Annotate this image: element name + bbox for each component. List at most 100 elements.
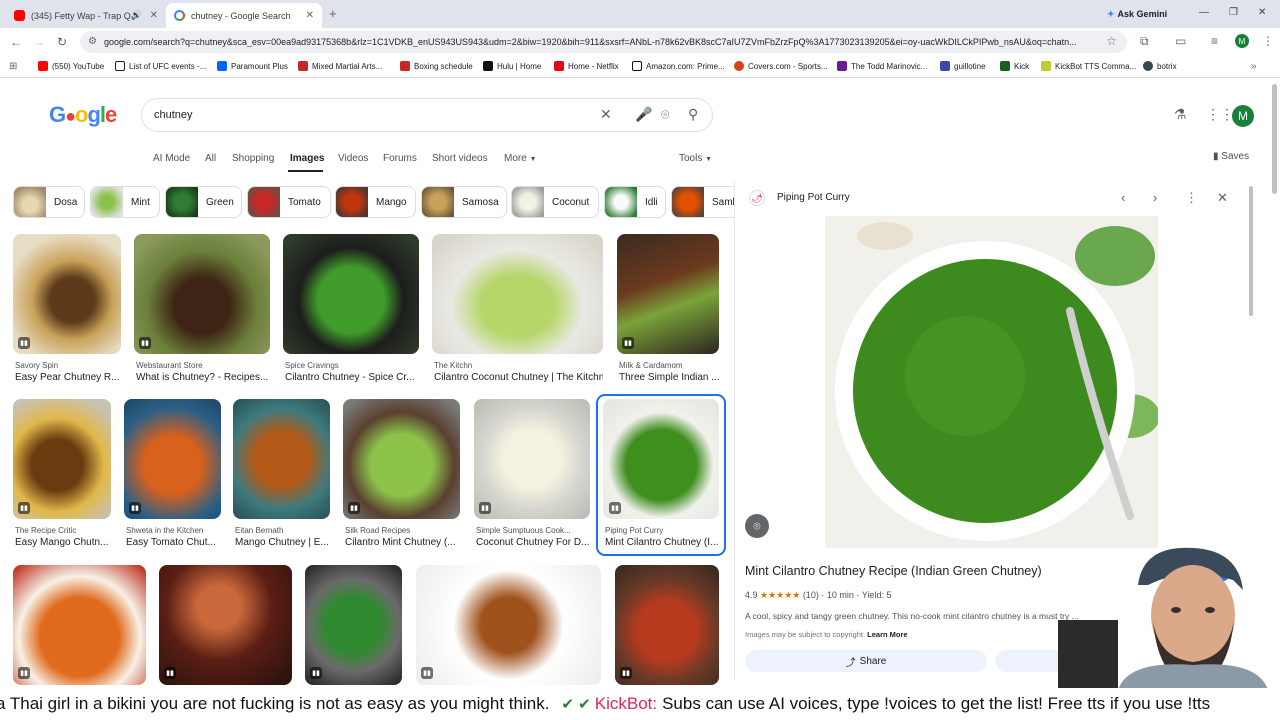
microphone-icon[interactable]: 🎤 (635, 106, 652, 123)
apps-grid-icon[interactable]: ⊞ (9, 61, 17, 72)
bookmark-boxing[interactable]: Boxing schedule (400, 61, 473, 71)
search-input[interactable]: chutney (154, 109, 193, 121)
close-panel-icon[interactable]: ✕ (1217, 190, 1228, 206)
extensions-icon[interactable]: ⧉ (1140, 34, 1149, 49)
chip-coconut[interactable]: Coconut (511, 186, 599, 218)
account-avatar[interactable]: M (1232, 105, 1254, 127)
chip-mint[interactable]: Mint (90, 186, 160, 218)
tab-more[interactable]: More ▼ (504, 153, 537, 164)
result-thumbnail (134, 234, 270, 354)
bookmark-youtube[interactable]: (550) YouTube (38, 61, 104, 71)
image-result[interactable]: ▮▮ (416, 565, 601, 685)
lens-icon[interactable]: ⌾ (661, 106, 669, 123)
bookmark-hulu[interactable]: Hulu | Home (483, 61, 541, 71)
next-arrow-icon[interactable]: › (1153, 190, 1157, 205)
bookmark-paramount[interactable]: Paramount Plus (217, 61, 288, 71)
preview-image[interactable] (825, 216, 1158, 548)
image-result[interactable]: ▮▮ (615, 565, 719, 685)
bookmark-kickbot[interactable]: KickBot TTS Comma... (1041, 61, 1136, 71)
chip-thumbnail (336, 187, 368, 217)
ask-gemini-button[interactable]: ✦ Ask Gemini (1107, 6, 1167, 22)
previous-arrow-icon[interactable]: ‹ (1121, 190, 1125, 205)
apps-grid-icon[interactable]: ⋮⋮ (1206, 106, 1234, 123)
chip-thumbnail (248, 187, 280, 217)
image-result[interactable]: Eitan Bernath Mango Chutney | E... (233, 399, 330, 551)
bookmark-todd[interactable]: The Todd Marinovic... (837, 61, 927, 71)
menu-kebab-icon[interactable]: ⋮ (1262, 34, 1274, 48)
image-result-selected[interactable]: ▮▮ Piping Pot Curry Mint Cilantro Chutne… (596, 394, 726, 556)
bookmark-star-icon[interactable]: ☆ (1106, 34, 1117, 48)
tab-images[interactable]: Images (290, 153, 324, 164)
close-tab-icon[interactable]: ✕ (306, 10, 314, 21)
bookmark-botrix[interactable]: botrix (1143, 61, 1177, 71)
image-result[interactable]: Spice Cravings Cilantro Chutney - Spice … (283, 234, 419, 386)
reload-icon[interactable]: ↻ (57, 35, 67, 49)
bookmark-amazon[interactable]: Amazon.com: Prime... (632, 61, 725, 71)
tab-google[interactable]: chutney - Google Search ✕ (166, 3, 322, 28)
tab-all[interactable]: All (205, 153, 216, 164)
chip-green[interactable]: Green (165, 186, 242, 218)
saves-button[interactable]: ▮ Saves (1213, 151, 1249, 162)
clear-icon[interactable]: ✕ (600, 106, 612, 123)
tab-forums[interactable]: Forums (383, 153, 417, 164)
more-bookmarks-icon[interactable]: » (1251, 61, 1257, 72)
search-icon[interactable]: ⚲ (688, 106, 698, 123)
image-result[interactable]: ▮▮ (13, 565, 146, 685)
minimize-icon[interactable]: — (1199, 7, 1209, 18)
panel-source[interactable]: Piping Pot Curry (777, 192, 850, 203)
address-bar[interactable]: ⚙ google.com/search?q=chutney&sca_esv=00… (80, 31, 1127, 53)
restore-icon[interactable]: ❐ (1229, 7, 1238, 18)
tab-youtube[interactable]: (345) Fetty Wap - Trap Queen 🔊 ✕ (6, 3, 166, 28)
learn-more-link[interactable]: Learn More (867, 630, 907, 639)
page-scrollbar[interactable] (1272, 84, 1277, 194)
tab-short-videos[interactable]: Short videos (432, 153, 488, 164)
chip-tomato[interactable]: Tomato (247, 186, 331, 218)
image-result[interactable]: ▮▮ The Recipe Critic Easy Mango Chutn... (13, 399, 111, 551)
chip-mango[interactable]: Mango (335, 186, 416, 218)
forward-icon[interactable]: → (33, 35, 45, 49)
bookmark-mma[interactable]: Mixed Martial Arts... (298, 61, 382, 71)
image-result[interactable]: The Kitchn Cilantro Coconut Chutney | Th… (432, 234, 603, 386)
profile-avatar[interactable]: M (1235, 34, 1249, 48)
search-box[interactable]: chutney ✕ 🎤 ⌾ ⚲ (141, 98, 713, 132)
bookmark-guillotine[interactable]: guillotine (940, 61, 986, 71)
close-tab-icon[interactable]: ✕ (150, 10, 158, 21)
image-result[interactable]: ▮▮ Silk Road Recipes Cilantro Mint Chutn… (343, 399, 460, 551)
tools-menu[interactable]: Tools ▼ (679, 153, 712, 164)
close-window-icon[interactable]: ✕ (1258, 7, 1266, 18)
bookmark-ufc[interactable]: List of UFC events -... (115, 61, 206, 71)
tab-videos[interactable]: Videos (338, 153, 368, 164)
chip-samosa[interactable]: Samosa (421, 186, 507, 218)
bookmark-kick[interactable]: Kick (1000, 61, 1029, 71)
share-button[interactable]: ⤴ Share (745, 650, 987, 672)
image-result[interactable]: ▮▮ (305, 565, 402, 685)
image-result[interactable]: ▮▮ Milk & Cardamom Three Simple Indian .… (617, 234, 719, 386)
more-options-icon[interactable]: ⋮ (1185, 190, 1198, 206)
video-badge-icon: ▮▮ (620, 667, 632, 679)
panel-scrollbar[interactable] (1249, 186, 1253, 316)
lens-search-icon[interactable]: ⌾ (745, 514, 769, 538)
google-logo[interactable]: G●ogle (49, 102, 117, 128)
bookmark-netflix[interactable]: Home - Netflix (554, 61, 619, 71)
chip-dosa[interactable]: Dosa (13, 186, 85, 218)
back-icon[interactable]: ← (10, 35, 22, 49)
result-title: Coconut Chutney For D... (476, 537, 590, 548)
chip-idli[interactable]: Idli (604, 186, 666, 218)
video-badge-icon: ▮▮ (622, 337, 634, 349)
tab-shopping[interactable]: Shopping (232, 153, 274, 164)
site-info-icon[interactable]: ⚙ (88, 36, 97, 47)
bookmark-covers[interactable]: Covers.com - Sports... (734, 61, 828, 71)
image-result[interactable]: ▮▮ Simple Sumptuous Cook... Coconut Chut… (474, 399, 590, 551)
image-result[interactable]: ▮▮ (159, 565, 292, 685)
labs-flask-icon[interactable]: ⚗ (1174, 106, 1187, 123)
image-result[interactable]: ▮▮ Savory Spin Easy Pear Chutney R... (13, 234, 121, 386)
new-tab-button[interactable]: + (329, 6, 337, 21)
image-result[interactable]: ▮▮ Shweta in the Kitchen Easy Tomato Chu… (124, 399, 221, 551)
image-result[interactable]: ▮▮ Webstaurant Store What is Chutney? - … (134, 234, 270, 386)
panel-description: A cool, spicy and tangy green chutney. T… (745, 611, 1079, 621)
cast-icon[interactable]: ▭ (1175, 34, 1186, 48)
media-control-icon[interactable]: ≡ (1211, 34, 1218, 48)
panel-title[interactable]: Mint Cilantro Chutney Recipe (Indian Gre… (745, 564, 1042, 578)
tab-ai-mode[interactable]: AI Mode (153, 153, 190, 164)
chip-sambar[interactable]: Sambar (671, 186, 734, 218)
